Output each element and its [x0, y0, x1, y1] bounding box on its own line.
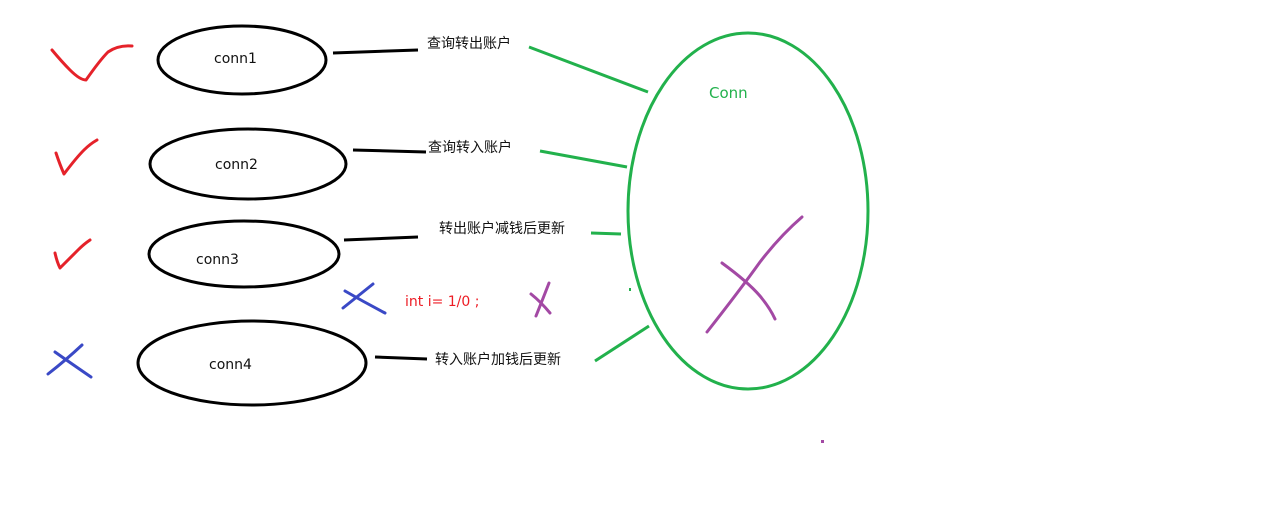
green-link-1	[528, 45, 649, 94]
green-link-4	[594, 324, 650, 363]
shared-conn-ellipse	[626, 31, 870, 391]
connector-conn2	[352, 148, 427, 154]
diagram-canvas: conn1 conn2 conn3 conn4 查询转出账户 查询转入账户 转出…	[46, 24, 870, 443]
connector-conn4	[374, 355, 428, 361]
conn4-ellipse	[136, 319, 368, 407]
stray-dot-green	[629, 288, 631, 291]
check-mark-conn1	[50, 44, 134, 82]
step-label-4: 转入账户加钱后更新	[435, 351, 561, 368]
check-mark-conn2	[54, 138, 99, 176]
error-code-text: int i= 1/0 ;	[405, 294, 479, 310]
step-label-2: 查询转入账户	[428, 139, 512, 156]
connector-conn3	[343, 235, 419, 242]
cross-mark-conn4	[46, 343, 93, 379]
purple-cross-large	[705, 215, 804, 334]
stray-dot-purple	[821, 440, 824, 443]
green-link-3	[590, 231, 622, 236]
conn1-label: conn1	[214, 51, 257, 67]
conn2-label: conn2	[215, 157, 258, 173]
blue-cross-error	[341, 282, 387, 315]
connector-conn1	[332, 48, 419, 55]
check-mark-conn3	[53, 238, 92, 270]
shared-conn-label: Conn	[709, 84, 748, 102]
conn3-label: conn3	[196, 252, 239, 268]
step-label-1: 查询转出账户	[427, 35, 511, 52]
step-label-3: 转出账户减钱后更新	[439, 220, 565, 237]
conn3-ellipse	[147, 219, 341, 289]
conn4-label: conn4	[209, 357, 252, 373]
purple-cross-small	[529, 281, 552, 318]
green-link-2	[539, 149, 628, 169]
